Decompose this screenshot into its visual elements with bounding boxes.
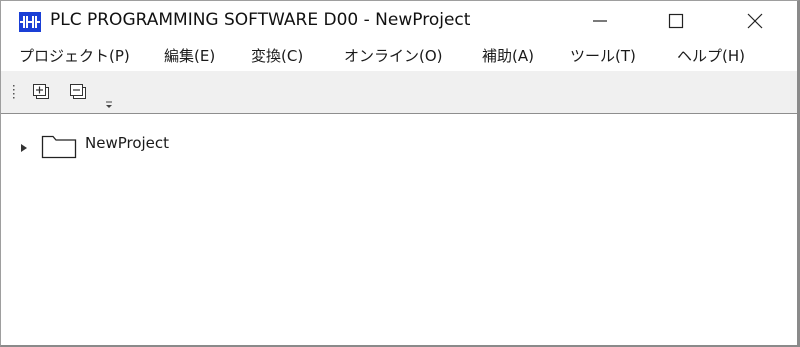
overflow-chevron-icon <box>106 101 112 108</box>
menu-edit[interactable]: 編集(E) <box>164 45 215 66</box>
tree-node-label[interactable]: NewProject <box>85 134 169 152</box>
expand-all-icon <box>33 84 49 99</box>
folder-icon <box>41 133 77 159</box>
app-window: PLC PROGRAMMING SOFTWARE D00 - NewProjec… <box>0 0 800 347</box>
menu-help[interactable]: ヘルプ(H) <box>677 45 745 66</box>
toolbar-overflow-button[interactable] <box>104 95 114 108</box>
title-bar[interactable]: PLC PROGRAMMING SOFTWARE D00 - NewProjec… <box>1 1 797 41</box>
minimize-icon <box>593 20 607 22</box>
menu-project[interactable]: プロジェクト(P) <box>19 45 130 66</box>
menu-convert[interactable]: 変換(C) <box>251 45 303 66</box>
collapse-all-icon <box>70 84 86 99</box>
collapse-all-button[interactable] <box>68 82 90 102</box>
toolbar <box>1 71 797 114</box>
project-tree: NewProject <box>1 114 797 345</box>
menu-bar: プロジェクト(P) 編集(E) 変換(C) オンライン(O) 補助(A) ツール… <box>1 41 797 71</box>
minimize-button[interactable] <box>570 1 630 41</box>
menu-tools[interactable]: ツール(T) <box>570 45 636 66</box>
close-button[interactable] <box>725 1 785 41</box>
menu-online[interactable]: オンライン(O) <box>344 45 443 66</box>
maximize-icon <box>668 13 684 29</box>
expand-arrow-icon[interactable] <box>19 139 29 152</box>
close-icon <box>747 13 763 29</box>
toolbar-grip-icon[interactable] <box>12 84 15 101</box>
window-title: PLC PROGRAMMING SOFTWARE D00 - NewProjec… <box>50 10 471 30</box>
expand-all-button[interactable] <box>31 82 53 102</box>
plc-app-icon <box>19 12 41 32</box>
menu-assist[interactable]: 補助(A) <box>482 45 534 66</box>
maximize-button[interactable] <box>646 1 706 41</box>
